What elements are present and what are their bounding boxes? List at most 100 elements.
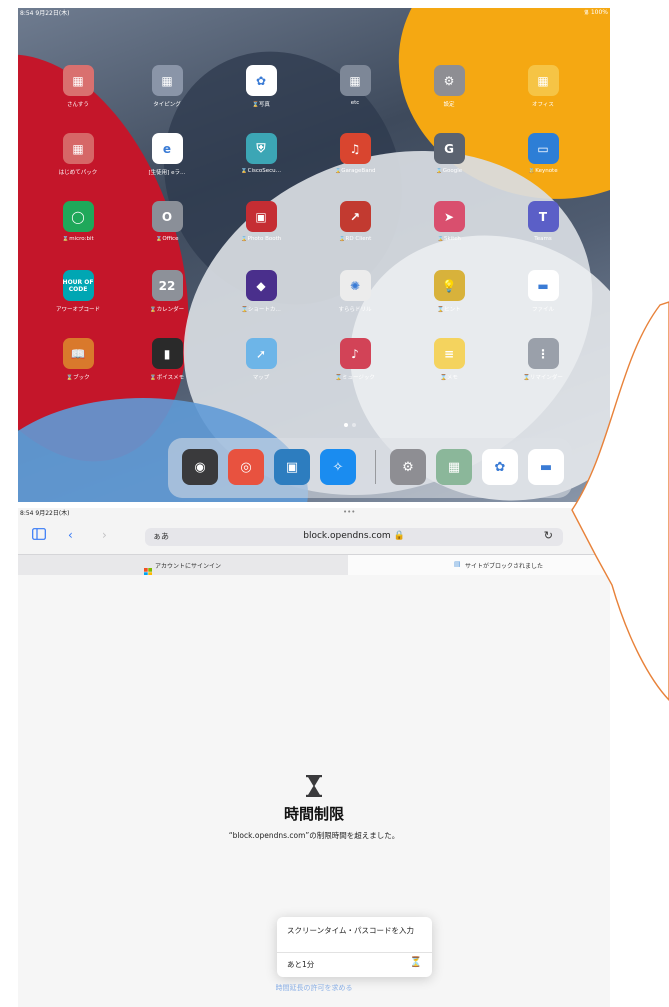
tab-account-signin[interactable]: アカウントにサインイン ⊠ (18, 555, 367, 576)
app-guitar[interactable]: ♫ ⌛GarageBand (320, 133, 390, 174)
battery-indicator: ᯾ 100% (584, 8, 608, 16)
google-icon: G (433, 133, 465, 164)
tab-label: サイトがブロックされました (465, 563, 544, 570)
app-photos[interactable]: ✿ ⌛写真 (226, 65, 296, 108)
app-hourofcode[interactable]: HOUR OF CODE アワーオブコード (43, 270, 113, 313)
app-photobooth[interactable]: ▣ ⌛Photo Booth (226, 201, 296, 242)
dock-classroom-icon[interactable]: ▣ (274, 449, 310, 485)
page-dot (352, 423, 356, 427)
app-label: ⌛Photo Booth (240, 236, 282, 242)
cisco-icon: ⛨ (245, 133, 277, 164)
music-icon: ♪ (339, 338, 371, 369)
tab-site-blocked[interactable]: ▤ サイトがブロックされました (348, 555, 610, 575)
guitar-icon: ♫ (339, 133, 371, 164)
dock-files-icon[interactable]: ▬ (528, 449, 564, 485)
app-folder[interactable]: ▦ オフィス (508, 65, 578, 108)
rdclient-icon: ↗ (339, 201, 371, 232)
photos-icon: ✿ (245, 65, 277, 96)
app-label: さんすう (67, 102, 89, 108)
enter-passcode-option[interactable]: スクリーンタイム・パスコードを入力 (287, 926, 422, 936)
app-surala[interactable]: ✺ すららドリル (320, 270, 390, 313)
dock-photos-icon[interactable]: ✿ (482, 449, 518, 485)
app-label: ⌛GarageBand (334, 168, 376, 174)
app-cisco[interactable]: ⛨ ⌛CiscoSecu… (226, 133, 296, 174)
app-maps[interactable]: ➚ マップ (226, 338, 296, 381)
app-office[interactable]: O ⌛Office (132, 201, 202, 242)
limit-message: “block.opendns.com”の制限時間を超えました。 (228, 831, 400, 840)
app-folder[interactable]: ▦ タイピング (132, 65, 202, 108)
sidebar-toggle-icon[interactable] (32, 528, 46, 543)
address-bar[interactable]: ぁあ block.opendns.com 🔒 ↻ (145, 528, 563, 546)
battery-percent: 100% (590, 9, 608, 16)
dock-safari-icon[interactable]: ✧ (320, 449, 356, 485)
app-label: ⌛Office (155, 236, 179, 242)
request-more-time-link[interactable]: 時間延長の許可を求める (18, 983, 610, 993)
app-folder[interactable]: ▦ はじめてパック (43, 133, 113, 176)
shortcuts-icon: ◆ (245, 270, 277, 301)
app-skitch[interactable]: ➤ ⌛Skitch (414, 201, 484, 242)
share-icon[interactable] (590, 527, 604, 546)
app-label: ⌛RD Client (338, 236, 372, 242)
app-label: はじめてパック (58, 170, 98, 176)
app-calendar[interactable]: 22 ⌛カレンダー (132, 270, 202, 313)
safari-screen: 8:54 9月22日(木) ••• ‹ › ぁあ block.opendns.c… (18, 508, 610, 1007)
ipad-home-screen: 8:54 9月22日(木) ᯾ 100% ◉ ◎ ▣ ✧ ⚙ ▦ ✿ ▬ ▦ さんすう ▦ タイピン… (18, 8, 610, 502)
app-label: オフィス (532, 102, 554, 108)
app-folder[interactable]: ▦ さんすう (43, 65, 113, 108)
elearning-icon: e (151, 133, 183, 164)
url-text: block.opendns.com 🔒 (303, 531, 405, 541)
forward-icon[interactable]: › (102, 528, 107, 542)
one-more-minute-option[interactable]: あと1分 (287, 959, 314, 970)
status-bar-time: 8:54 9月22日(木) (20, 10, 70, 17)
app-label: ⌛写真 (252, 102, 270, 108)
app-label: Teams (534, 236, 552, 242)
app-books[interactable]: 📖 ⌛ブック (43, 338, 113, 381)
app-label: すららドリル (338, 307, 372, 313)
app-notes[interactable]: ≡ ⌛メモ (414, 338, 484, 381)
app-music[interactable]: ♪ ⌛ミュージック (320, 338, 390, 381)
folder-icon: ▦ (151, 65, 183, 96)
app-shortcuts[interactable]: ◆ ⌛ショートカ… (226, 270, 296, 313)
app-label: ⌛ブック (66, 375, 90, 381)
dock-chrome-icon[interactable]: ◎ (228, 449, 264, 485)
maps-icon: ➚ (245, 338, 277, 369)
photobooth-icon: ▣ (245, 201, 277, 232)
multitasking-dots-icon[interactable]: ••• (343, 508, 355, 516)
app-microbit[interactable]: ◯ ⌛micro:bit (43, 201, 113, 242)
app-tips[interactable]: 💡 ⌛ヒント (414, 270, 484, 313)
app-elearning[interactable]: e [生徒用] eラ… (132, 133, 202, 176)
hourglass-icon (18, 775, 610, 801)
app-label: ⌛Skitch (437, 236, 461, 242)
app-reminders[interactable]: ⋮ ⌛リマインダー (508, 338, 578, 381)
reminders-icon: ⋮ (527, 338, 559, 369)
app-label: ⌛ヒント (437, 307, 461, 313)
reload-icon[interactable]: ↻ (544, 529, 553, 542)
page-indicator[interactable] (342, 412, 358, 431)
surala-icon: ✺ (339, 270, 371, 301)
app-label: ⌛ミュージック (335, 375, 375, 381)
dock: ◉ ◎ ▣ ✧ ⚙ ▦ ✿ ▬ (168, 438, 572, 498)
dock-camera-icon[interactable]: ◉ (182, 449, 218, 485)
app-label: ⌛Google (435, 168, 463, 174)
app-rdclient[interactable]: ↗ ⌛RD Client (320, 201, 390, 242)
app-label: ⌛micro:bit (62, 236, 94, 242)
app-folder[interactable]: ▦ etc (320, 65, 390, 106)
app-settings[interactable]: ⚙ 設定 (414, 65, 484, 108)
app-label: アワーオブコード (55, 307, 100, 313)
app-voicememo[interactable]: ▮ ⌛ボイスメモ (132, 338, 202, 381)
app-teams[interactable]: T Teams (508, 201, 578, 242)
back-icon[interactable]: ‹ (68, 528, 73, 542)
books-icon: 📖 (62, 338, 94, 369)
dock-settings-icon[interactable]: ⚙ (390, 449, 426, 485)
dock-folder-icon[interactable]: ▦ (436, 449, 472, 485)
app-label: ⌛カレンダー (149, 307, 185, 313)
app-label: ファイル (531, 307, 554, 313)
hourofcode-icon: HOUR OF CODE (62, 270, 94, 301)
calendar-icon: 22 (151, 270, 183, 301)
app-files[interactable]: ▬ ファイル (508, 270, 578, 313)
app-label: ⌛メモ (440, 375, 458, 381)
app-google[interactable]: G ⌛Google (414, 133, 484, 174)
settings-icon: ⚙ (433, 65, 465, 96)
tab-label: アカウントにサインイン (155, 563, 222, 570)
app-keynote[interactable]: ▭ ⌛Keynote (508, 133, 578, 174)
